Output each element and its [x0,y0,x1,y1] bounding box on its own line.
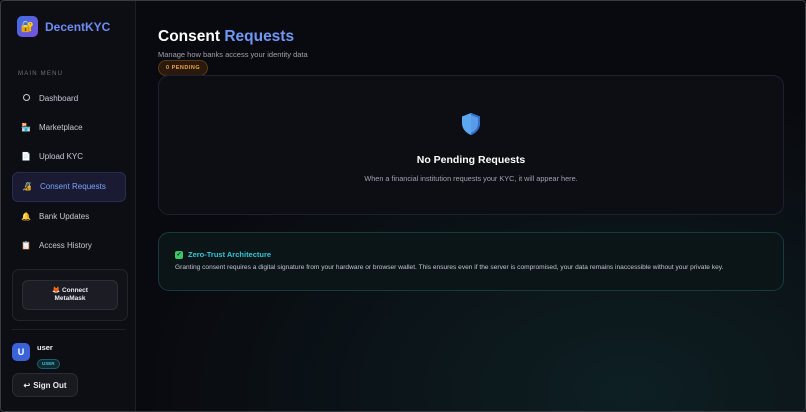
empty-state-title: No Pending Requests [416,154,526,166]
brand[interactable]: 🔐 DecentKYC [17,16,110,37]
bell-icon: 🔔 [21,212,31,222]
connect-metamask-button[interactable]: 🦊 Connect MetaMask [22,280,118,310]
sidebar-item-marketplace[interactable]: 🏪 Marketplace [12,113,126,141]
menu-heading: MAIN MENU [18,71,64,77]
info-description: Granting consent requires a digital sign… [175,264,724,271]
sign-out-label: Sign Out [33,380,67,390]
return-arrow-icon: ↩ [23,380,31,390]
document-icon: 📄 [21,151,31,161]
connect-wallet-label: MetaMask [54,295,86,302]
sidebar-item-label: Bank Updates [39,212,90,222]
sidebar-item-label: Upload KYC [39,151,84,161]
pending-badge: 0 PENDING [158,60,209,76]
empty-state-card: No Pending Requests When a financial ins… [158,75,784,215]
checkmark-icon: ✓ [175,251,183,259]
clipboard-icon: 📋 [21,241,31,251]
page-title-main: Consent [158,28,220,45]
sidebar-item-dashboard[interactable]: Dashboard [12,84,126,112]
sidebar-item-bank-updates[interactable]: 🔔 Bank Updates [12,203,126,231]
page-title-accent: Requests [224,28,295,45]
sidebar-nav: Dashboard 🏪 Marketplace 📄 Upload KYC 🔏 C… [12,84,126,261]
brand-name: DecentKYC [45,19,111,34]
wallet-card: 🦊 Connect MetaMask [12,269,128,321]
shield-icon [462,113,480,135]
lock-icon: 🔏 [22,182,32,192]
user-profile: U user USER [12,343,60,370]
circle-icon [21,93,31,103]
lock-icon: 🔐 [17,16,38,37]
app-window: 🔐 DecentKYC MAIN MENU Dashboard 🏪 Market… [0,0,806,412]
security-info-card: ✓ Zero-Trust Architecture Granting conse… [158,232,784,291]
sidebar-item-label: Consent Requests [40,182,106,192]
sign-out-button[interactable]: ↩ Sign Out [12,373,78,397]
info-title: Zero-Trust Architecture [188,250,272,259]
page-subtitle: Manage how banks access your identity da… [158,50,308,59]
page-title: Consent Requests [158,28,294,46]
sidebar-item-access-history[interactable]: 📋 Access History [12,232,126,260]
fox-icon: 🦊 [52,287,61,294]
sidebar-item-label: Dashboard [39,93,79,103]
sidebar: 🔐 DecentKYC MAIN MENU Dashboard 🏪 Market… [1,1,136,411]
user-role-badge: USER [37,358,60,369]
connect-label: Connect [61,287,88,294]
sidebar-item-consent-requests[interactable]: 🔏 Consent Requests [12,171,126,202]
sidebar-item-label: Access History [39,241,92,251]
empty-state-description: When a financial institution requests yo… [364,174,578,183]
sidebar-item-upload-kyc[interactable]: 📄 Upload KYC [12,142,126,170]
sidebar-item-label: Marketplace [39,122,83,132]
sidebar-divider [12,329,126,330]
store-icon: 🏪 [21,122,31,132]
user-name: user [37,343,53,352]
avatar: U [12,343,30,361]
